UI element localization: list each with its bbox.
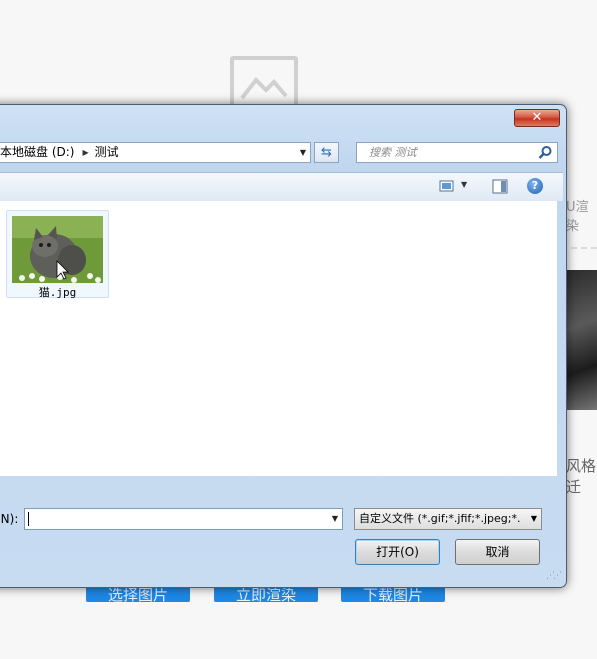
file-type-select[interactable]: 自定义文件 (*.gif;*.jfif;*.jpeg;*. ▼ xyxy=(354,508,542,530)
change-view-icon[interactable] xyxy=(439,179,455,193)
file-open-dialog: ✕ 本地磁盘 (D:) ▶ 测试 ▼ ⇆ 搜索 测试 ▼ ? 猫.jpg N):… xyxy=(0,104,567,588)
address-dropdown-icon[interactable]: ▼ xyxy=(296,143,310,162)
file-item[interactable]: 猫.jpg xyxy=(6,210,109,299)
filename-input[interactable]: ▼ xyxy=(24,508,343,530)
resize-grip-icon[interactable]: ⋰⋰ xyxy=(546,571,562,581)
search-input[interactable]: 搜索 测试 xyxy=(356,142,558,163)
file-list[interactable]: 猫.jpg xyxy=(0,201,557,476)
render-label: U渲染 xyxy=(566,200,589,234)
file-type-value: 自定义文件 (*.gif;*.jfif;*.jpeg;*. xyxy=(359,512,521,525)
address-bar[interactable]: 本地磁盘 (D:) ▶ 测试 ▼ xyxy=(0,142,311,163)
style-transfer-label: 风格迁 xyxy=(566,457,597,496)
refresh-icon[interactable]: ⇆ xyxy=(314,142,339,163)
filename-panel: (N): ▼ 自定义文件 (*.gif;*.jfif;*.jpeg;*. ▼ 打… xyxy=(0,476,563,584)
breadcrumb-drive[interactable]: 本地磁盘 (D:) xyxy=(0,143,74,162)
breadcrumb-folder[interactable]: 测试 xyxy=(95,143,119,162)
search-placeholder: 搜索 测试 xyxy=(369,146,417,159)
command-toolbar: ▼ ? xyxy=(0,172,563,202)
filename-dropdown-icon[interactable]: ▼ xyxy=(332,509,338,529)
search-icon[interactable] xyxy=(538,145,553,160)
file-type-dropdown-icon[interactable]: ▼ xyxy=(527,509,541,529)
cancel-button[interactable]: 取消 xyxy=(455,539,540,565)
preview-pane-icon[interactable] xyxy=(492,179,508,194)
breadcrumb-arrow-icon[interactable]: ▶ xyxy=(82,143,88,162)
file-name: 猫.jpg xyxy=(38,286,77,299)
close-button[interactable]: ✕ xyxy=(514,109,560,127)
text-caret xyxy=(28,512,29,526)
help-icon[interactable]: ? xyxy=(527,178,543,194)
open-button[interactable]: 打开(O) xyxy=(355,539,440,565)
view-dropdown-icon[interactable]: ▼ xyxy=(461,180,467,189)
cat-image-thumbnail xyxy=(12,216,103,283)
filename-label: (N): xyxy=(0,512,19,526)
